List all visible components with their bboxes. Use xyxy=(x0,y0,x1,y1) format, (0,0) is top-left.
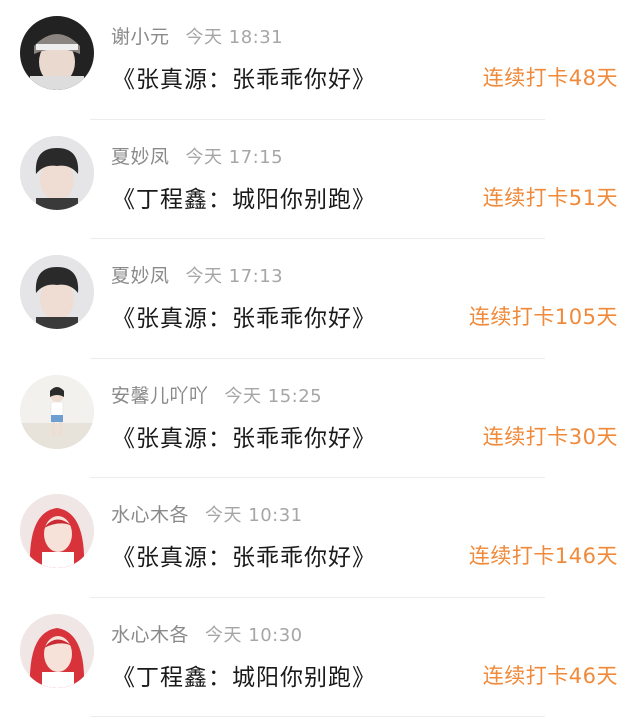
entry-title[interactable]: 《丁程鑫：城阳你别跑》 xyxy=(112,180,376,214)
timestamp: 今天 18:31 xyxy=(185,27,284,48)
entry-meta: 夏妙凤 今天 17:13 xyxy=(111,261,283,288)
timestamp: 今天 17:13 xyxy=(185,266,284,287)
username[interactable]: 安馨儿吖吖 xyxy=(111,385,209,407)
avatar[interactable] xyxy=(20,135,94,210)
avatar-photo-boy-headband xyxy=(20,16,94,90)
avatar[interactable] xyxy=(20,613,94,688)
avatar-photo-girl-standing xyxy=(20,374,94,449)
entry-meta: 夏妙凤 今天 17:15 xyxy=(111,142,283,169)
streak-label: 连续打卡146天 xyxy=(468,544,618,568)
list-item[interactable]: 安馨儿吖吖 今天 15:25 《张真源：张乖乖你好》 连续打卡30天 xyxy=(0,359,640,478)
username[interactable]: 夏妙凤 xyxy=(111,146,170,168)
streak-label: 连续打卡30天 xyxy=(482,424,618,449)
divider xyxy=(90,716,545,717)
checkin-feed: 谢小元 今天 18:31 《张真源：张乖乖你好》 连续打卡48天 夏妙凤 今天 17… xyxy=(0,0,640,723)
streak-label: 连续打卡48天 xyxy=(482,66,618,90)
username[interactable]: 水心木各 xyxy=(111,504,189,526)
avatar-photo-boy-bangs xyxy=(20,135,94,210)
list-item[interactable]: 谢小元 今天 18:31 《张真源：张乖乖你好》 连续打卡48天 xyxy=(0,0,640,120)
timestamp: 今天 10:30 xyxy=(205,624,303,646)
list-item[interactable]: 水心木各 今天 10:30 《丁程鑫：城阳你别跑》 连续打卡46天 xyxy=(0,598,640,717)
avatar-photo-boy-bangs xyxy=(20,255,94,329)
username[interactable]: 夏妙凤 xyxy=(111,265,170,287)
username[interactable]: 水心木各 xyxy=(111,624,189,646)
list-item[interactable]: 夏妙凤 今天 17:13 《张真源：张乖乖你好》 连续打卡105天 xyxy=(0,239,640,359)
entry-title[interactable]: 《丁程鑫：城阳你别跑》 xyxy=(112,658,376,692)
avatar[interactable] xyxy=(20,374,94,449)
entry-meta: 水心木各 今天 10:30 xyxy=(111,620,303,647)
list-item[interactable]: 夏妙凤 今天 17:15 《丁程鑫：城阳你别跑》 连续打卡51天 xyxy=(0,120,640,239)
entry-title[interactable]: 《张真源：张乖乖你好》 xyxy=(112,538,376,572)
avatar-photo-red-hair xyxy=(20,613,94,688)
entry-title[interactable]: 《张真源：张乖乖你好》 xyxy=(112,60,376,94)
avatar[interactable] xyxy=(20,255,94,329)
avatar[interactable] xyxy=(20,494,94,568)
entry-title[interactable]: 《张真源：张乖乖你好》 xyxy=(112,299,376,333)
entry-meta: 安馨儿吖吖 今天 15:25 xyxy=(111,381,322,408)
avatar-photo-red-hair xyxy=(20,494,94,568)
streak-label: 连续打卡46天 xyxy=(482,663,618,688)
username[interactable]: 谢小元 xyxy=(111,26,170,48)
list-item[interactable]: 水心木各 今天 10:31 《张真源：张乖乖你好》 连续打卡146天 xyxy=(0,478,640,598)
timestamp: 今天 15:25 xyxy=(224,385,323,407)
streak-label: 连续打卡105天 xyxy=(468,305,618,329)
timestamp: 今天 10:31 xyxy=(205,505,303,526)
entry-meta: 谢小元 今天 18:31 xyxy=(111,22,283,49)
timestamp: 今天 17:15 xyxy=(185,146,284,168)
entry-title[interactable]: 《张真源：张乖乖你好》 xyxy=(112,419,376,453)
entry-meta: 水心木各 今天 10:31 xyxy=(111,500,303,527)
avatar[interactable] xyxy=(20,16,94,90)
streak-label: 连续打卡51天 xyxy=(482,185,618,210)
